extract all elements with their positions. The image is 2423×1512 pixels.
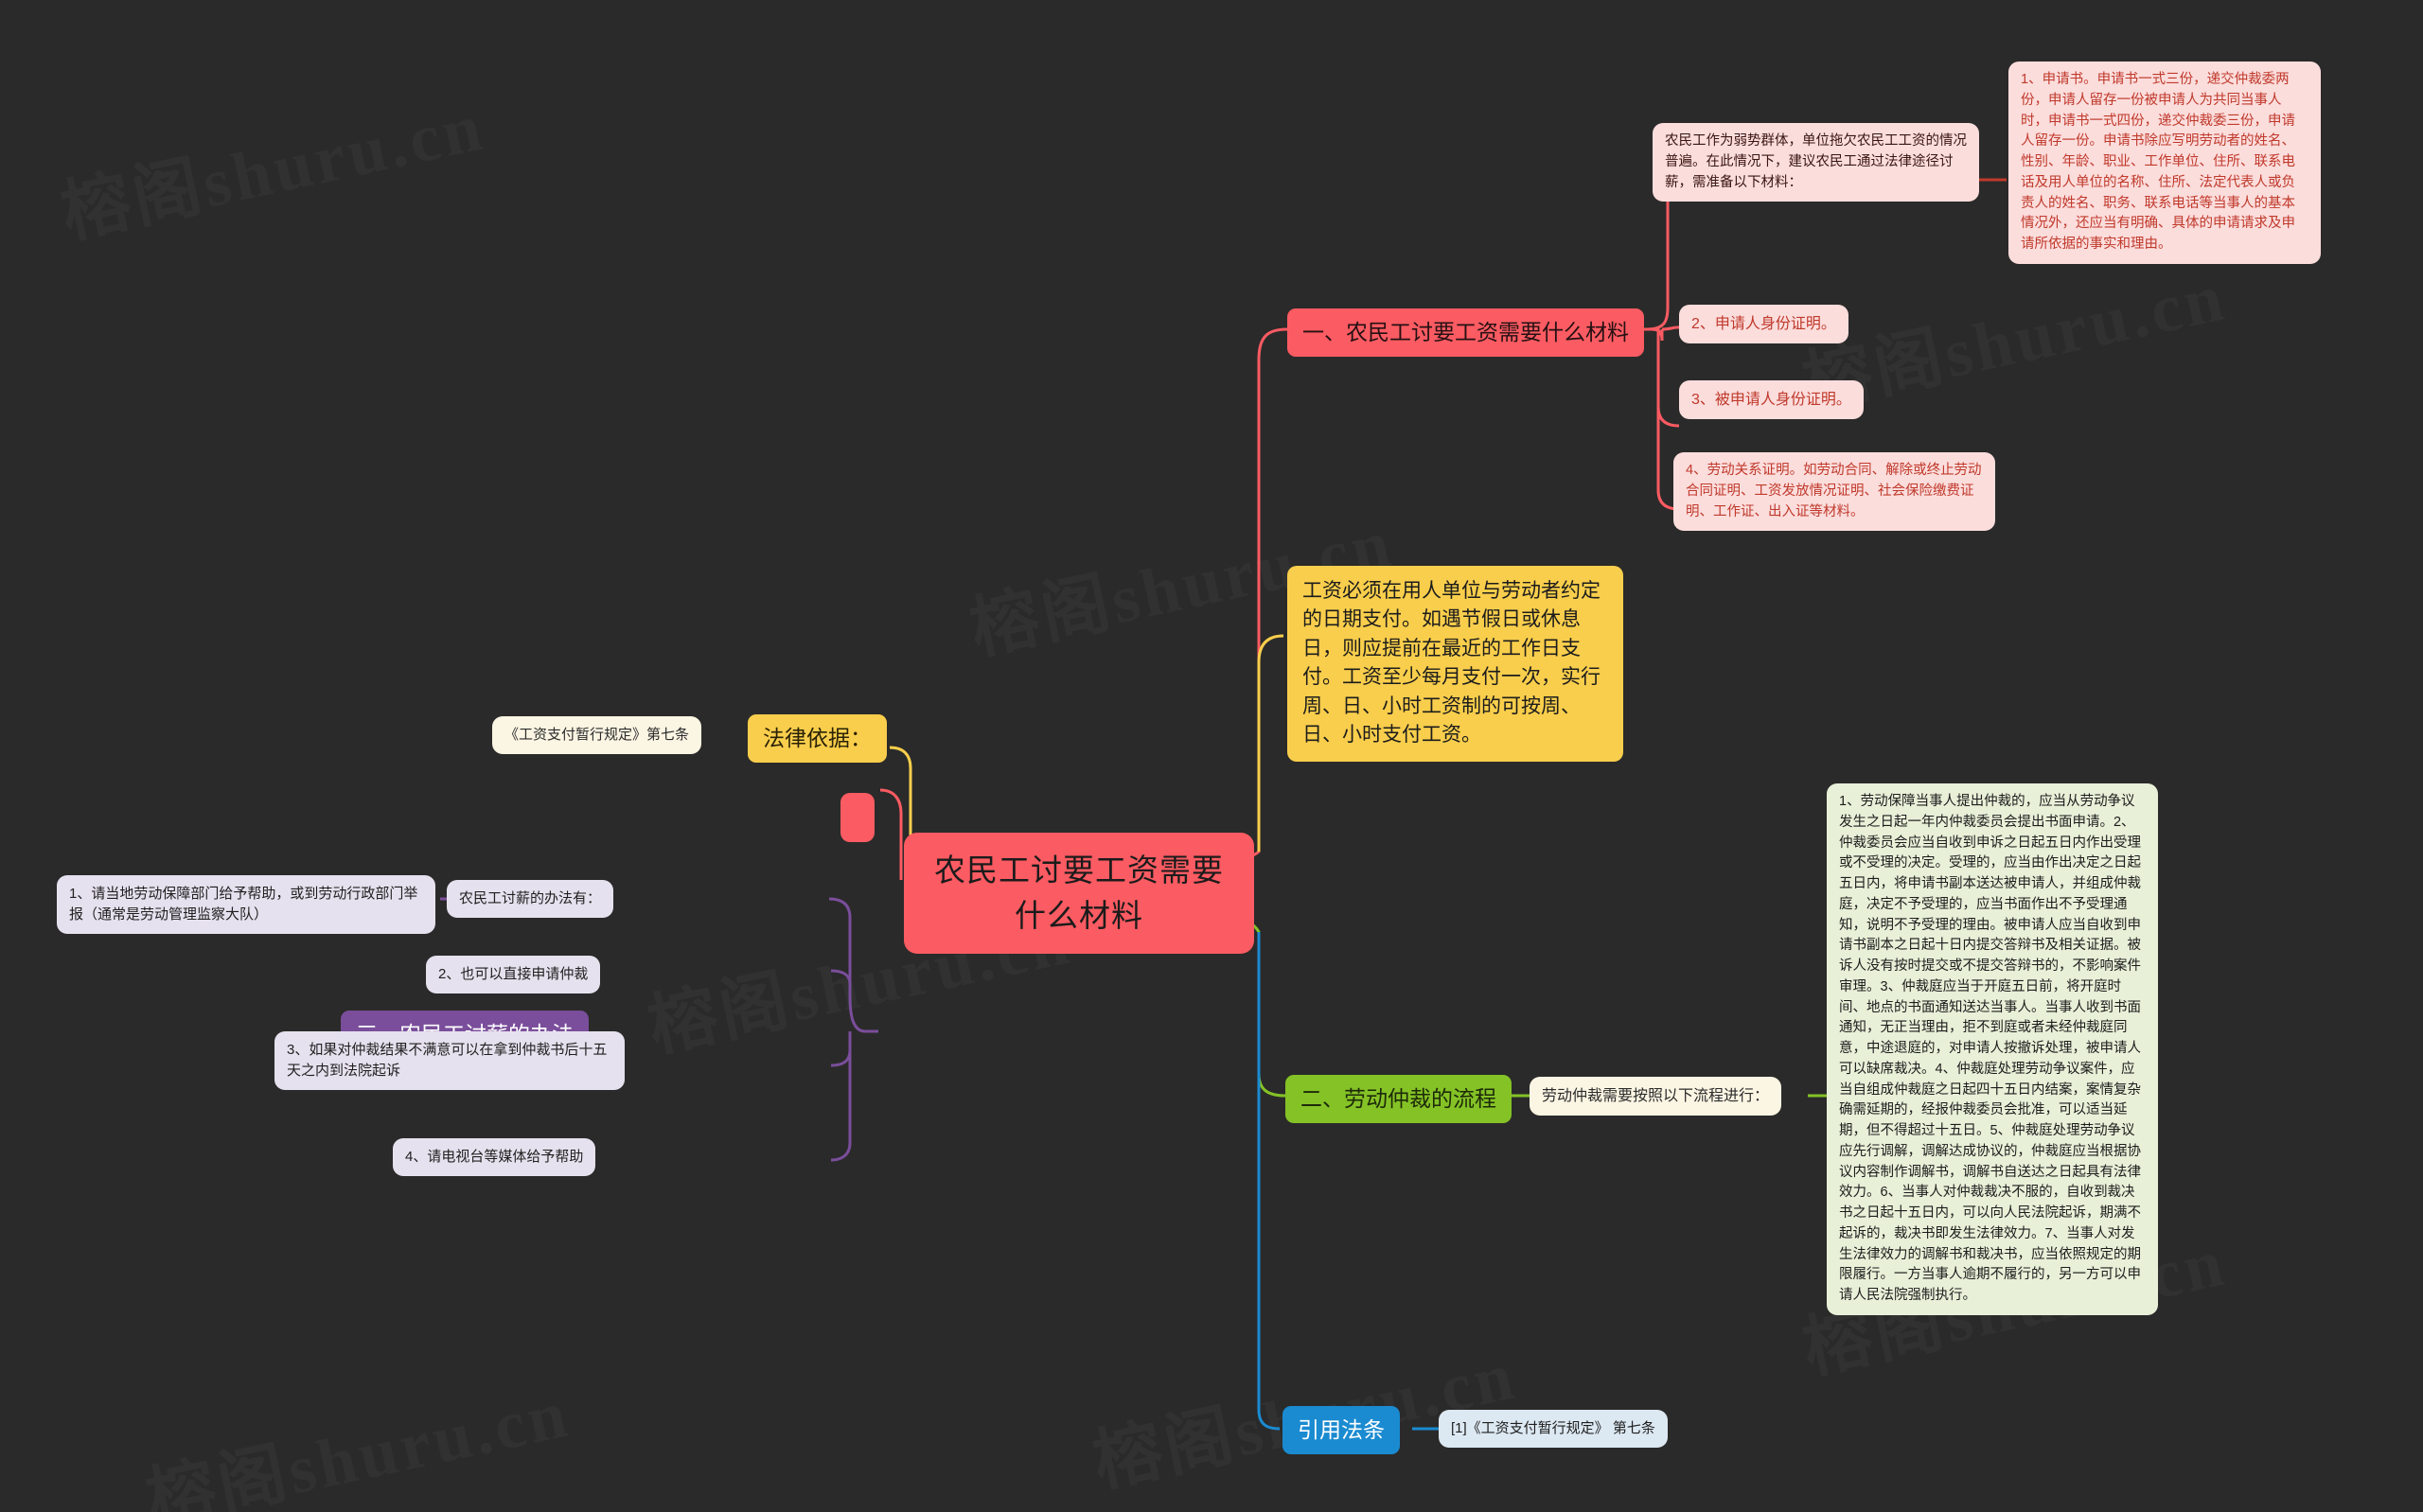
branch-three-item-2[interactable]: 2、也可以直接申请仲裁 [426,956,601,993]
branch-heading-one[interactable]: 一、农民工讨要工资需要什么材料 [1287,308,1644,358]
branch-one-intro[interactable]: 农民工作为弱势群体，单位拖欠农民工工资的情况普遍。在此情况下，建议农民工通过法律… [1653,123,1979,202]
branch-one-item-4[interactable]: 4、劳动关系证明。如劳动合同、解除或终止劳动合同证明、工资发放情况证明、社会保险… [1673,452,1995,532]
branch-three-item-3[interactable]: 3、如果对仲裁结果不满意可以在拿到仲裁书后十五天之内到法院起诉 [274,1031,625,1090]
law-basis-content[interactable]: 工资必须在用人单位与劳动者约定的日期支付。如遇节假日或休息日，则应提前在最近的工… [1287,566,1623,762]
watermark: 榕阁shuru.cn [51,70,492,256]
branch-three-intro[interactable]: 农民工讨薪的办法有： [447,880,614,918]
law-basis-marker-chip[interactable] [840,793,875,842]
branch-three-item-1[interactable]: 1、请当地劳动保障部门给予帮助，或到劳动行政部门举报（通常是劳动管理监察大队） [57,875,435,934]
watermark: 榕阁shuru.cn [136,1357,577,1512]
citation-item[interactable]: [1]《工资支付暂行规定》 第七条 [1439,1410,1668,1448]
branch-three-item-4[interactable]: 4、请电视台等媒体给予帮助 [393,1138,596,1176]
branch-two-detail[interactable]: 1、劳动保障当事人提出仲裁的，应当从劳动争议发生之日起一年内仲裁委员会提出书面申… [1827,783,2158,1315]
branch-two-intro[interactable]: 劳动仲裁需要按照以下流程进行： [1530,1077,1782,1116]
root-topic[interactable]: 农民工讨要工资需要什么材料 [904,833,1254,954]
citation-heading[interactable]: 引用法条 [1282,1406,1400,1455]
branch-heading-two[interactable]: 二、劳动仲裁的流程 [1285,1075,1512,1124]
law-basis-reference[interactable]: 《工资支付暂行规定》第七条 [492,716,702,754]
branch-one-item-2[interactable]: 2、申请人身份证明。 [1679,305,1848,344]
law-basis-heading[interactable]: 法律依据： [748,714,887,764]
mindmap-canvas: 榕阁shuru.cn 榕阁shuru.cn 榕阁shuru.cn 榕阁shuru… [0,0,2423,1512]
branch-one-detail-1[interactable]: 1、申请书。申请书一式三份，递交仲裁委两份，申请人留存一份被申请人为共同当事人时… [2008,62,2321,264]
branch-one-item-3[interactable]: 3、被申请人身份证明。 [1679,380,1864,420]
